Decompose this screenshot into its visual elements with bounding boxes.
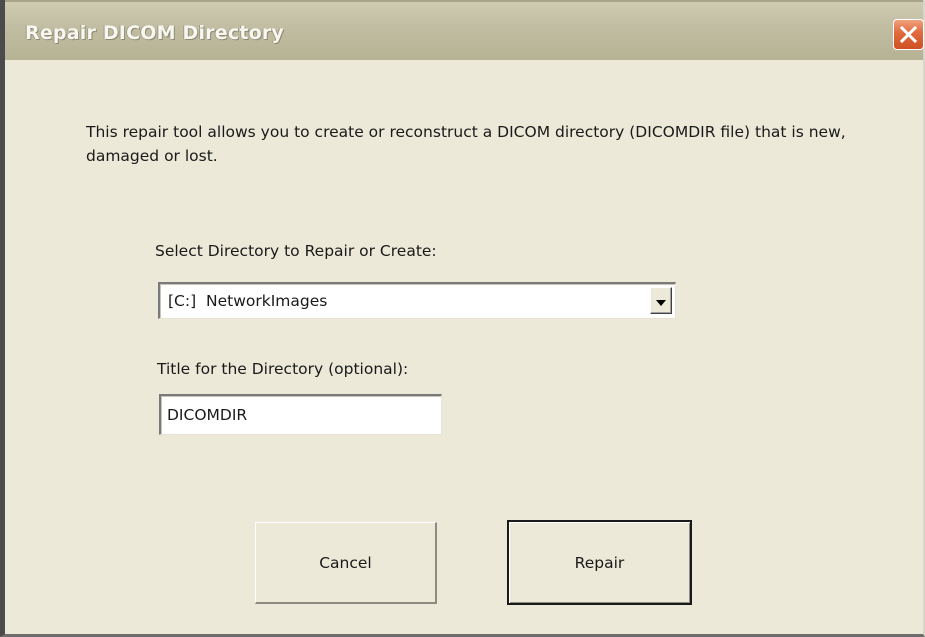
directory-dropdown-button[interactable] xyxy=(650,287,672,314)
repair-button[interactable]: Repair xyxy=(507,520,692,605)
cancel-button[interactable]: Cancel xyxy=(255,522,437,604)
chevron-down-icon xyxy=(656,291,666,310)
repair-dicom-directory-dialog: Repair DICOM Directory This repair tool … xyxy=(0,0,925,637)
title-field-label: Title for the Directory (optional): xyxy=(157,360,409,378)
description-text: This repair tool allows you to create or… xyxy=(86,123,846,165)
directory-select-label: Select Directory to Repair or Create: xyxy=(155,242,437,260)
directory-title-input[interactable] xyxy=(159,394,442,435)
title-bar[interactable]: Repair DICOM Directory xyxy=(5,0,924,60)
window-title: Repair DICOM Directory xyxy=(25,22,284,44)
repair-button-label: Repair xyxy=(574,553,625,572)
directory-select[interactable]: [C:] NetworkImages xyxy=(158,282,676,319)
directory-select-value: [C:] NetworkImages xyxy=(168,292,328,310)
close-button[interactable] xyxy=(893,19,924,50)
close-x-icon xyxy=(899,25,918,44)
cancel-button-label: Cancel xyxy=(319,553,372,572)
